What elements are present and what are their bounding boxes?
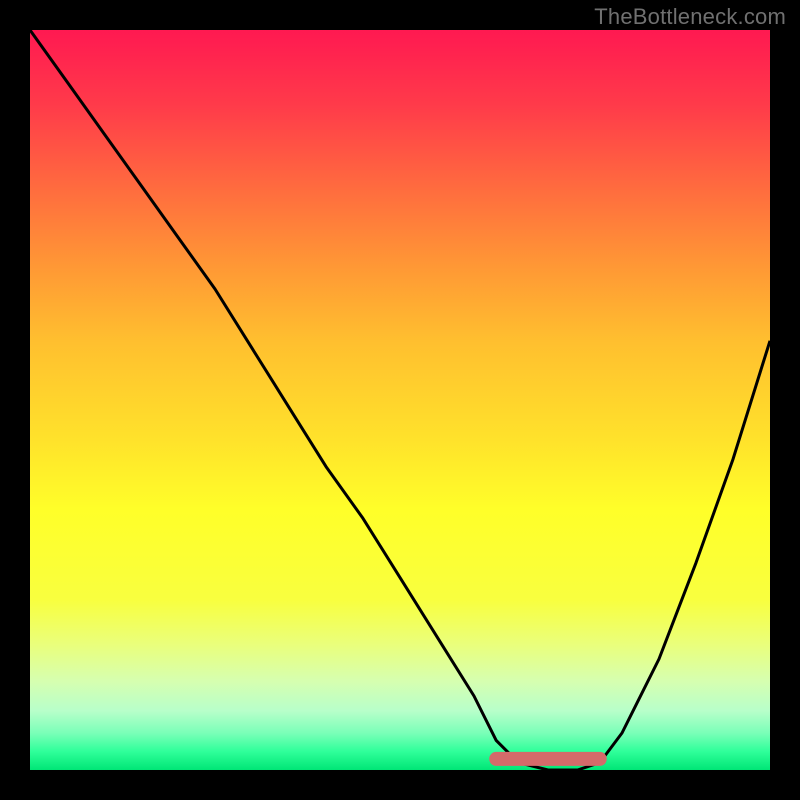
- chart-svg: [30, 30, 770, 770]
- chart-plot-area: [30, 30, 770, 770]
- bottleneck-curve: [30, 30, 770, 770]
- chart-frame: TheBottleneck.com: [0, 0, 800, 800]
- watermark-text: TheBottleneck.com: [594, 4, 786, 30]
- bottleneck-curve-path: [30, 30, 770, 770]
